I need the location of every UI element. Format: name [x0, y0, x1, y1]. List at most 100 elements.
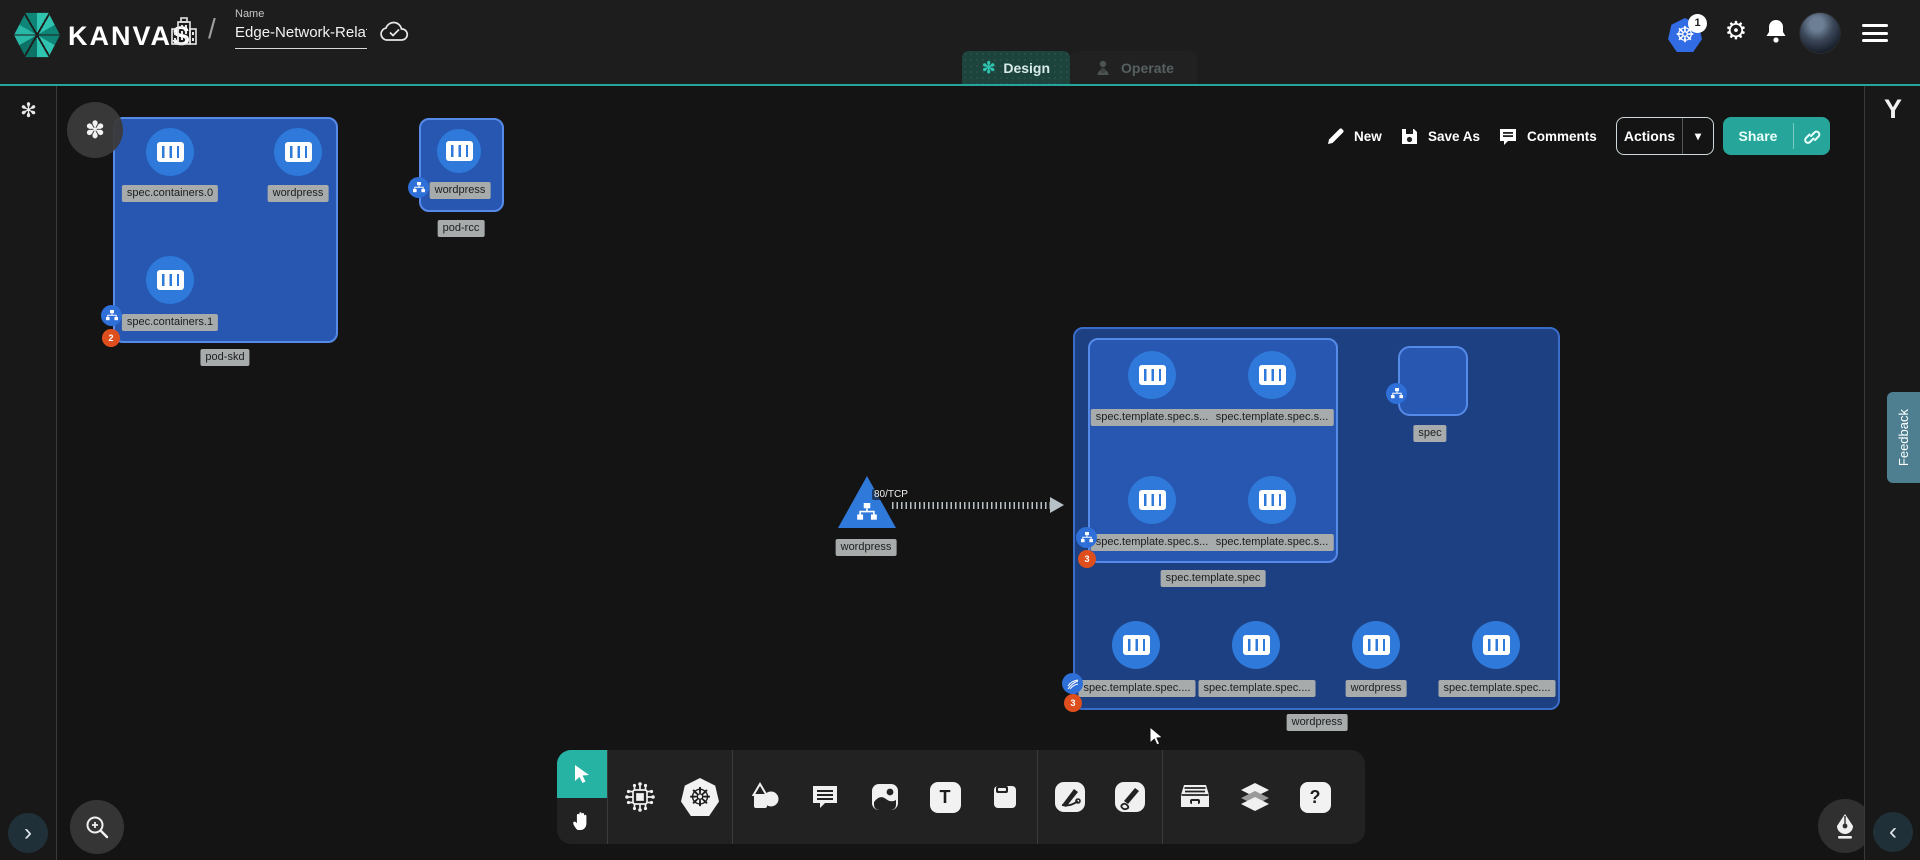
container-node[interactable] [274, 128, 322, 176]
edge-arrowhead-icon [1050, 497, 1064, 513]
design-name-input[interactable] [235, 22, 367, 49]
mesh-badge[interactable] [1062, 673, 1083, 694]
comment-icon [1498, 127, 1518, 146]
annotation-tools: T [733, 750, 1037, 844]
pan-hand-tool[interactable] [557, 798, 607, 844]
notifications-bell-icon[interactable] [1759, 14, 1793, 48]
layers-tool[interactable] [1235, 777, 1275, 817]
image-tool[interactable] [865, 777, 905, 817]
circuit-chip-icon [623, 780, 657, 814]
zoom-in-button[interactable] [70, 800, 124, 854]
node-label: spec.template.spec.s... [1211, 409, 1334, 426]
sitemap-icon [1081, 532, 1093, 543]
help-tool[interactable]: ? [1295, 777, 1335, 817]
container-icon [446, 141, 473, 161]
node-label: spec.containers.1 [122, 314, 218, 331]
tab-operate[interactable]: Operate [1070, 51, 1197, 84]
pencil-icon [1326, 127, 1345, 146]
expand-panel-button[interactable]: › [8, 813, 48, 853]
canvas-toolbar: ☸ T [557, 750, 1365, 844]
actions-split-button[interactable]: Actions ▾ [1616, 117, 1714, 155]
mouse-cursor-icon [1146, 726, 1166, 748]
relationship-badge[interactable] [101, 305, 122, 326]
container-node[interactable] [437, 129, 481, 173]
node-label: spec.template.spec.... [1079, 680, 1196, 697]
node-label: spec.template.spec.s... [1091, 409, 1214, 426]
relationship-badge[interactable] [1076, 527, 1097, 548]
utility-tools: ? [1163, 750, 1347, 844]
layers-icon [1239, 782, 1271, 812]
drawer-icon [1179, 783, 1211, 811]
node-label: wordpress [430, 182, 491, 199]
kubernetes-tool[interactable]: ☸ [680, 777, 720, 817]
container-node[interactable] [1128, 476, 1176, 524]
kanvas-logo-icon[interactable] [14, 12, 60, 58]
settings-gear-icon[interactable]: ⚙ [1719, 14, 1753, 48]
node-label: spec.template.spec.s... [1211, 534, 1334, 551]
count-badge[interactable]: 2 [102, 329, 120, 347]
sticky-note-tool[interactable] [985, 777, 1025, 817]
network-edge[interactable] [892, 502, 1054, 509]
share-label: Share [1723, 128, 1793, 144]
tab-design[interactable]: ✻ Design [962, 51, 1070, 84]
service-node[interactable] [838, 476, 896, 528]
user-avatar[interactable] [1799, 12, 1841, 54]
relationship-badge[interactable] [408, 177, 429, 198]
mode-tabs: ✻ Design Operate [962, 51, 1197, 84]
container-node[interactable] [1352, 621, 1400, 669]
edge-port-label: 80/TCP [872, 489, 910, 500]
freehand-draw-tool[interactable] [1110, 777, 1150, 817]
shapes-icon [749, 782, 781, 812]
text-T-icon: T [930, 782, 961, 813]
select-tool[interactable] [557, 750, 607, 798]
container-icon [1259, 490, 1286, 510]
container-node[interactable] [1112, 621, 1160, 669]
container-icon [1139, 490, 1166, 510]
pen-path-tool[interactable] [1050, 777, 1090, 817]
container-node[interactable] [1248, 351, 1296, 399]
comments-button[interactable]: Comments [1498, 117, 1597, 155]
sitemap-icon [1391, 388, 1403, 399]
actions-caret-icon[interactable]: ▾ [1683, 129, 1713, 143]
comment-icon [810, 783, 840, 811]
feedback-tab[interactable]: Feedback [1887, 392, 1920, 483]
container-node[interactable] [1128, 351, 1176, 399]
group-label: pod-skd [200, 349, 249, 366]
note-icon [990, 782, 1020, 812]
container-node[interactable] [1472, 621, 1520, 669]
tab-design-label: Design [1003, 60, 1050, 76]
container-node[interactable] [146, 256, 194, 304]
new-button[interactable]: New [1326, 117, 1382, 155]
text-tool[interactable]: T [925, 777, 965, 817]
sitemap-icon [106, 310, 118, 321]
container-node[interactable] [1248, 476, 1296, 524]
comment-tool[interactable] [805, 777, 845, 817]
node-label: spec.template.spec.... [1439, 680, 1556, 697]
container-icon [157, 270, 184, 290]
drawing-tools [1038, 750, 1162, 844]
copy-link-icon[interactable] [1794, 126, 1830, 146]
y-logo-icon[interactable]: Y [1865, 94, 1920, 125]
relationship-badge[interactable] [1386, 383, 1407, 404]
shapes-tool[interactable] [745, 777, 785, 817]
spec-template-spec-group[interactable] [1088, 338, 1338, 563]
mesh-icon [1067, 678, 1079, 690]
menu-hamburger-icon[interactable] [1862, 24, 1888, 42]
spec-node[interactable] [1398, 346, 1468, 416]
node-config-flower-icon[interactable]: ✽ [67, 102, 123, 158]
collapse-panel-button[interactable]: ‹ [1873, 812, 1913, 852]
component-tools: ☸ [608, 750, 732, 844]
components-tool[interactable] [620, 777, 660, 817]
drawer-archive-tool[interactable] [1175, 777, 1215, 817]
kanvas-spiral-icon[interactable]: ✻ [0, 98, 57, 123]
design-canvas[interactable]: New Save As Comments Actions ▾ Share spe… [0, 86, 1920, 860]
container-node[interactable] [1232, 621, 1280, 669]
k8s-context-switcher[interactable]: ☸ 1 [1668, 14, 1712, 54]
container-node[interactable] [146, 128, 194, 176]
count-badge[interactable]: 3 [1078, 550, 1096, 568]
share-split-button[interactable]: Share [1723, 117, 1830, 155]
organization-icon[interactable] [170, 16, 198, 46]
count-badge[interactable]: 3 [1064, 694, 1082, 712]
pencil-squiggle-icon [1114, 781, 1146, 813]
save-as-button[interactable]: Save As [1400, 117, 1480, 155]
